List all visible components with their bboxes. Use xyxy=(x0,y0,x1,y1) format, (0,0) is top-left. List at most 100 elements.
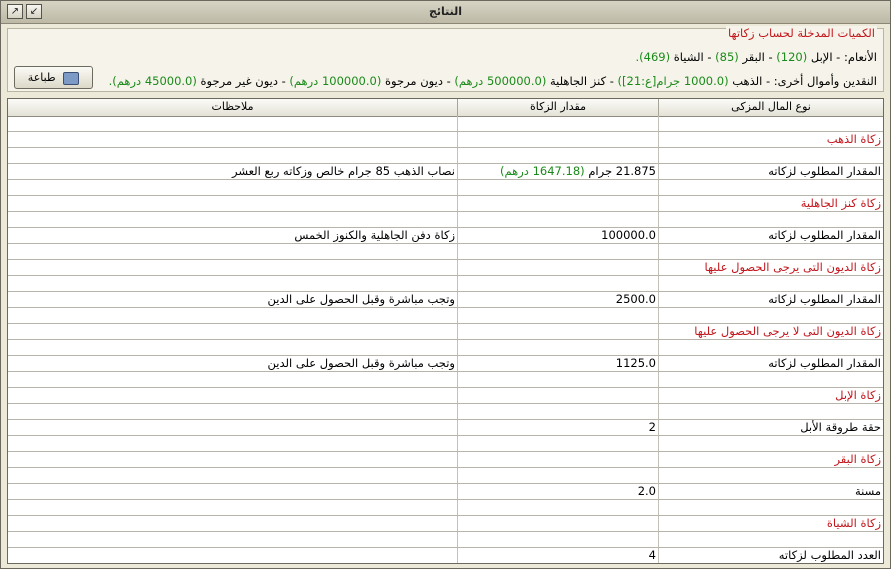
cell-zakat-amount xyxy=(457,340,658,355)
cell-zakat-amount xyxy=(457,372,658,387)
cell-wealth-type xyxy=(658,436,883,451)
cell-wealth-type-text: زكاة البقر xyxy=(834,452,881,466)
cell-zakat-amount xyxy=(457,516,658,531)
cell-wealth-type xyxy=(658,180,883,195)
print-button-label: طباعة xyxy=(27,71,56,84)
cell-wealth-type-text: زكاة الإبل xyxy=(835,388,881,402)
livestock-value-cows: (85) xyxy=(715,50,739,64)
cell-notes xyxy=(8,180,457,195)
cell-wealth-type-text: زكاة الشياة xyxy=(826,516,881,530)
empty-row[interactable] xyxy=(8,180,883,196)
empty-row[interactable] xyxy=(8,276,883,292)
section-row[interactable]: زكاة كنز الجاهلية xyxy=(8,196,883,212)
cell-wealth-type: زكاة الشياة xyxy=(658,516,883,531)
cell-zakat-amount: 2.0 xyxy=(457,484,658,499)
cell-wealth-type: زكاة الإبل xyxy=(658,388,883,403)
money-item-unexpected-debts: - ديون غير مرجوة xyxy=(196,74,286,88)
cell-wealth-type xyxy=(658,116,883,131)
section-row[interactable]: زكاة الذهب xyxy=(8,132,883,148)
cell-notes xyxy=(8,420,457,435)
empty-row[interactable] xyxy=(8,468,883,484)
empty-row[interactable] xyxy=(8,436,883,452)
cell-zakat-amount xyxy=(457,276,658,291)
cell-wealth-type xyxy=(658,340,883,355)
table-row[interactable]: العدد المطلوب لزكاته 4 xyxy=(8,548,883,563)
empty-row[interactable] xyxy=(8,500,883,516)
cell-wealth-type xyxy=(658,468,883,483)
table-row[interactable]: المقدار المطلوب لزكاته 2500.0 وتجب مباشرة … xyxy=(8,292,883,308)
cell-notes xyxy=(8,324,457,339)
money-item-treasure: - كنز الجاهلية xyxy=(546,74,614,88)
livestock-value-sheep: (469). xyxy=(635,50,671,64)
table-row[interactable]: حقة طروقة الأبل 2 xyxy=(8,420,883,436)
money-item-gold: - الذهب xyxy=(728,74,771,88)
cell-wealth-type-text: زكاة الذهب xyxy=(826,132,881,146)
cell-notes xyxy=(8,260,457,275)
cell-wealth-type-text: زكاة الديون التى يرجى الحصول عليها xyxy=(704,260,882,274)
empty-row[interactable] xyxy=(8,308,883,324)
empty-row[interactable] xyxy=(8,404,883,420)
money-value-expected-debts: (100000.0 درهم) xyxy=(289,74,382,88)
cell-notes xyxy=(8,196,457,211)
cell-wealth-type xyxy=(658,372,883,387)
empty-row[interactable] xyxy=(8,340,883,356)
header-zakat-amount[interactable]: مقدار الزكاة xyxy=(457,99,658,116)
panel-legend: الكميات المدخلة لحساب زكاتها xyxy=(726,26,877,40)
cell-zakat-amount xyxy=(457,196,658,211)
table-row[interactable]: المقدار المطلوب لزكاته 21.875 جرام (1647.… xyxy=(8,164,883,180)
cell-zakat-amount-text: 21.875 جرام xyxy=(588,164,656,178)
cell-wealth-type: المقدار المطلوب لزكاته xyxy=(658,228,883,243)
input-quantities-panel: الكميات المدخلة لحساب زكاتها الأنعام: - … xyxy=(7,26,884,92)
empty-row[interactable] xyxy=(8,212,883,228)
cell-zakat-amount xyxy=(457,260,658,275)
cell-zakat-amount xyxy=(457,468,658,483)
window-title: النتائج xyxy=(428,5,463,18)
livestock-label: الأنعام: xyxy=(843,50,877,64)
section-row[interactable]: زكاة الشياة xyxy=(8,516,883,532)
money-value-unexpected-debts: (45000.0 درهم). xyxy=(108,74,197,88)
cell-notes xyxy=(8,436,457,451)
cell-wealth-type: زكاة البقر xyxy=(658,452,883,467)
table-row[interactable]: مسنة 2.0 xyxy=(8,484,883,500)
empty-row[interactable] xyxy=(8,116,883,132)
empty-row[interactable] xyxy=(8,244,883,260)
cell-zakat-amount: 2500.0 xyxy=(457,292,658,307)
money-item-expected-debts: - ديون مرجوة xyxy=(381,74,451,88)
cell-wealth-type-text: زكاة الديون التى لا يرجى الحصول عليها xyxy=(694,324,881,338)
cell-zakat-amount xyxy=(457,212,658,227)
livestock-item-cows: - البقر xyxy=(738,50,773,64)
money-value-gold: (1000.0 جرام[ع:21]) xyxy=(617,74,729,88)
cell-zakat-amount xyxy=(457,404,658,419)
section-row[interactable]: زكاة البقر xyxy=(8,452,883,468)
header-notes[interactable]: ملاحظات xyxy=(8,99,457,116)
cell-notes xyxy=(8,404,457,419)
cell-wealth-type xyxy=(658,148,883,163)
cell-notes xyxy=(8,308,457,323)
cell-wealth-type: مسنة xyxy=(658,484,883,499)
print-button[interactable]: طباعة xyxy=(14,66,93,89)
cell-wealth-type xyxy=(658,244,883,259)
cell-wealth-type: حقة طروقة الأبل xyxy=(658,420,883,435)
empty-row[interactable] xyxy=(8,372,883,388)
cell-wealth-type: المقدار المطلوب لزكاته xyxy=(658,292,883,307)
section-row[interactable]: زكاة الديون التى لا يرجى الحصول عليها xyxy=(8,324,883,340)
section-row[interactable]: زكاة الإبل xyxy=(8,388,883,404)
livestock-line: الأنعام: - الإبل (120) - البقر (85) - ال… xyxy=(635,50,877,64)
table-row[interactable]: المقدار المطلوب لزكاته 1125.0 وتجب مباشرة … xyxy=(8,356,883,372)
results-table: نوع المال المزكى مقدار الزكاة ملاحظات زك… xyxy=(7,98,884,564)
cell-notes: زكاة دفن الجاهلية والكنوز الخمس xyxy=(8,228,457,243)
empty-row[interactable] xyxy=(8,148,883,164)
cell-wealth-type xyxy=(658,404,883,419)
cell-notes xyxy=(8,132,457,147)
cell-wealth-type-text: المقدار المطلوب لزكاته xyxy=(768,228,881,242)
cell-wealth-type: المقدار المطلوب لزكاته xyxy=(658,356,883,371)
table-row[interactable]: المقدار المطلوب لزكاته 100000.0 زكاة دفن ا… xyxy=(8,228,883,244)
header-wealth-type[interactable]: نوع المال المزكى xyxy=(658,99,883,116)
cell-wealth-type-text: المقدار المطلوب لزكاته xyxy=(768,292,881,306)
cell-wealth-type xyxy=(658,276,883,291)
cell-notes xyxy=(8,212,457,227)
section-row[interactable]: زكاة الديون التى يرجى الحصول عليها xyxy=(8,260,883,276)
cell-wealth-type: زكاة الديون التى يرجى الحصول عليها xyxy=(658,260,883,275)
cell-wealth-type-text: حقة طروقة الأبل xyxy=(800,420,881,434)
empty-row[interactable] xyxy=(8,532,883,548)
